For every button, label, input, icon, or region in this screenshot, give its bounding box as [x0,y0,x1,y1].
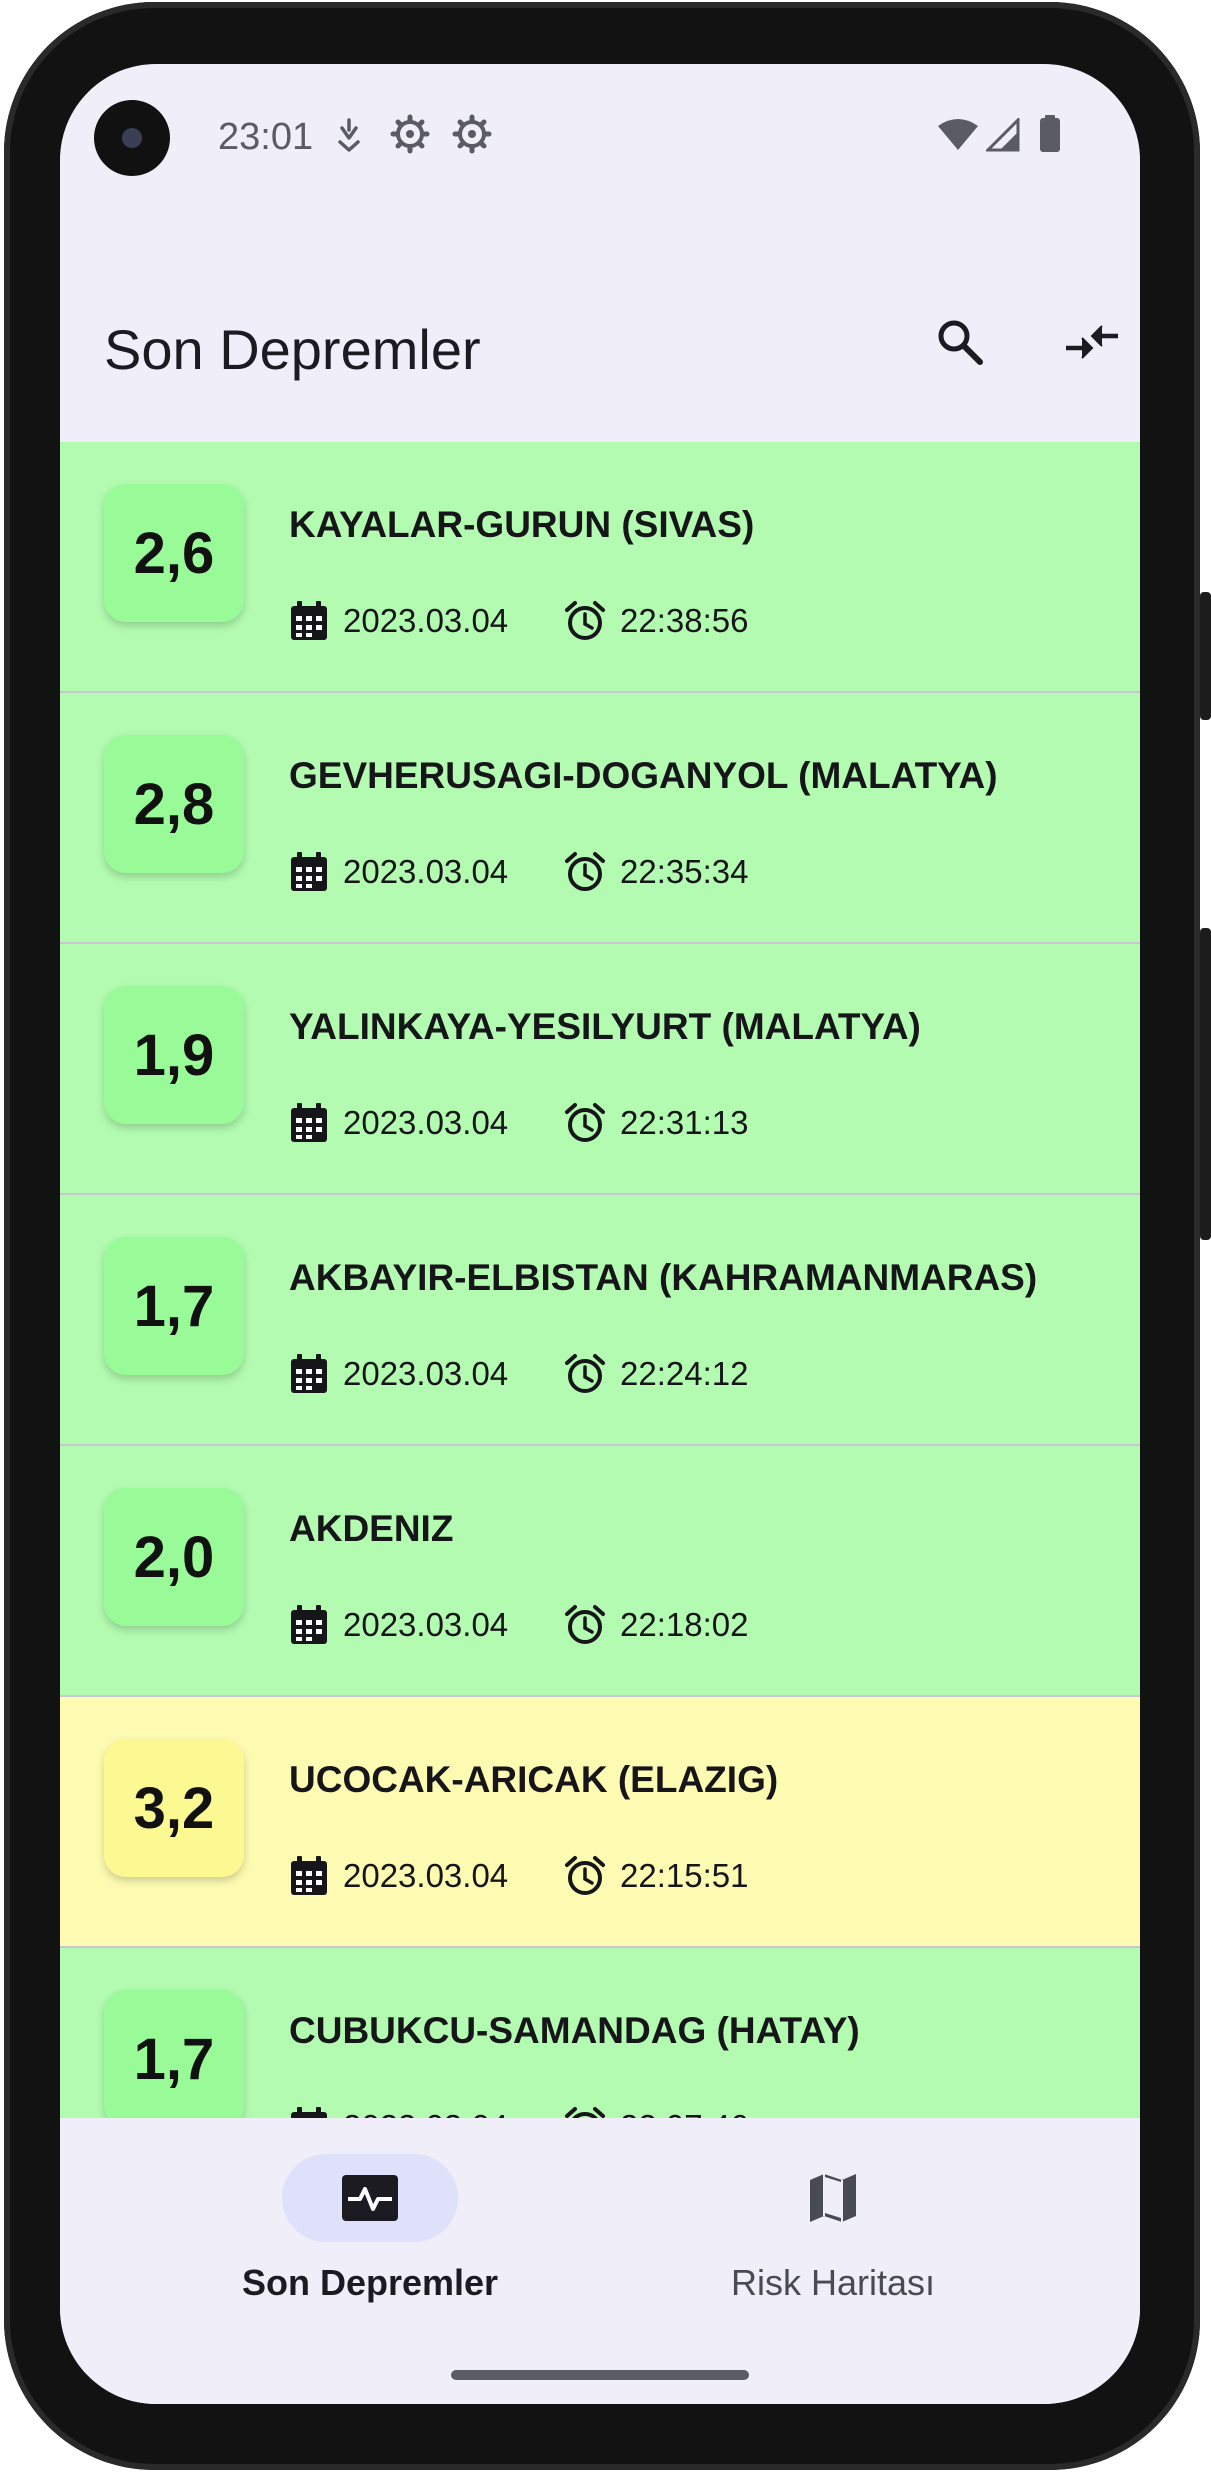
notification-icon [338,118,360,152]
earthquake-location: GEVHERUSAGI-DOGANYOL (MALATYA) [289,755,998,796]
earthquake-row[interactable]: 2,0 AKDENIZ 2023.03.04 22:18:02 [60,1446,1140,1697]
nav-label-son-depremler: Son Depremler [241,2262,499,2303]
alarm-clock-icon [565,1103,605,1142]
date-text: 2023.03.04 [343,853,509,890]
earthquake-date: 2023.03.04 [289,1353,508,1395]
magnitude-badge: 1,7 [104,1990,244,2128]
magnitude-badge: 1,9 [104,986,244,1124]
date-text: 2023.03.04 [343,1857,509,1894]
volume-button [1200,928,1211,1240]
magnitude-badge: 2,6 [104,484,244,622]
calendar-icon [291,1354,327,1393]
search-button[interactable] [920,302,1000,382]
time-text: 22:24:12 [620,1355,749,1392]
sort-button[interactable] [1052,302,1132,382]
phone-device: 23:01 Son Depremler 2,6 KAYALAR-GURUN (S… [0,0,1211,2474]
earthquake-time: 22:35:34 [564,851,748,893]
earthquake-time: 22:18:02 [564,1604,748,1646]
compare-arrows-icon [1066,325,1118,359]
earthquake-location: YALINKAYA-YESILYURT (MALATYA) [289,1006,921,1047]
earthquake-location: KAYALAR-GURUN (SIVAS) [289,504,755,545]
alarm-clock-icon [565,1605,605,1644]
earthquake-location: CUBUKCU-SAMANDAG (HATAY) [289,2010,860,2051]
earthquake-row[interactable]: 1,7 AKBAYIR-ELBISTAN (KAHRAMANMARAS) 202… [60,1195,1140,1446]
earthquake-list: 2,6 KAYALAR-GURUN (SIVAS) 2023.03.04 22:… [60,442,1140,2199]
bottom-navigation: Son Depremler Risk Haritası [60,2118,1140,2404]
nav-label-risk-haritasi: Risk Haritası [730,2262,936,2303]
earthquake-date: 2023.03.04 [289,1102,508,1144]
nav-item-son-depremler[interactable]: Son Depremler [100,2118,640,2318]
map-icon [810,2174,856,2222]
nav-indicator [745,2154,921,2242]
earthquake-date: 2023.03.04 [289,851,508,893]
earthquake-time: 22:15:51 [564,1855,748,1897]
calendar-icon [291,1605,327,1644]
time-text: 22:18:02 [620,1606,749,1643]
date-text: 2023.03.04 [343,1606,509,1643]
battery-icon [1040,115,1060,152]
calendar-icon [291,852,327,891]
magnitude-badge: 2,8 [104,735,244,873]
earthquake-row[interactable]: 1,9 YALINKAYA-YESILYURT (MALATYA) 2023.0… [60,944,1140,1195]
earthquake-time: 22:38:56 [564,600,748,642]
time-text: 22:38:56 [620,602,749,639]
earthquake-location: AKDENIZ [289,1508,454,1549]
magnitude-badge: 3,2 [104,1739,244,1877]
settings-icon [452,114,492,154]
date-text: 2023.03.04 [343,1104,509,1141]
calendar-icon [291,601,327,640]
magnitude-badge: 2,0 [104,1488,244,1626]
wifi-icon [938,119,978,150]
alarm-clock-icon [565,1856,605,1895]
page-title: Son Depremler [104,318,481,381]
earthquake-location: AKBAYIR-ELBISTAN (KAHRAMANMARAS) [289,1257,1038,1298]
earthquake-row[interactable]: 2,8 GEVHERUSAGI-DOGANYOL (MALATYA) 2023.… [60,693,1140,944]
earthquake-date: 2023.03.04 [289,1855,508,1897]
time-text: 22:35:34 [620,853,749,890]
earthquake-date: 2023.03.04 [289,600,508,642]
search-icon [938,320,983,365]
alarm-clock-icon [565,1354,605,1393]
earthquake-time: 22:31:13 [564,1102,748,1144]
settings-icon [390,114,430,154]
earthquake-location: UCOCAK-ARICAK (ELAZIG) [289,1759,779,1800]
earthquake-time: 22:24:12 [564,1353,748,1395]
activity-icon [342,2175,398,2221]
gesture-bar [451,2370,749,2380]
alarm-clock-icon [565,601,605,640]
earthquake-date: 2023.03.04 [289,1604,508,1646]
signal-icon [986,118,1020,152]
power-button [1200,592,1211,720]
status-time: 23:01 [218,116,314,158]
date-text: 2023.03.04 [343,602,509,639]
magnitude-badge: 1,7 [104,1237,244,1375]
front-camera [94,100,170,176]
time-text: 22:31:13 [620,1104,749,1141]
date-text: 2023.03.04 [343,1355,509,1392]
status-bar: 23:01 [60,64,1140,214]
calendar-icon [291,1856,327,1895]
alarm-clock-icon [565,852,605,891]
time-text: 22:15:51 [620,1857,749,1894]
earthquake-row[interactable]: 3,2 UCOCAK-ARICAK (ELAZIG) 2023.03.04 22… [60,1697,1140,1948]
calendar-icon [291,1103,327,1142]
nav-active-indicator [282,2154,458,2242]
nav-item-risk-haritasi[interactable]: Risk Haritası [563,2118,1103,2318]
earthquake-row[interactable]: 2,6 KAYALAR-GURUN (SIVAS) 2023.03.04 22:… [60,442,1140,693]
screen: 23:01 Son Depremler 2,6 KAYALAR-GURUN (S… [60,64,1140,2404]
top-app-bar: Son Depremler [60,214,1140,442]
